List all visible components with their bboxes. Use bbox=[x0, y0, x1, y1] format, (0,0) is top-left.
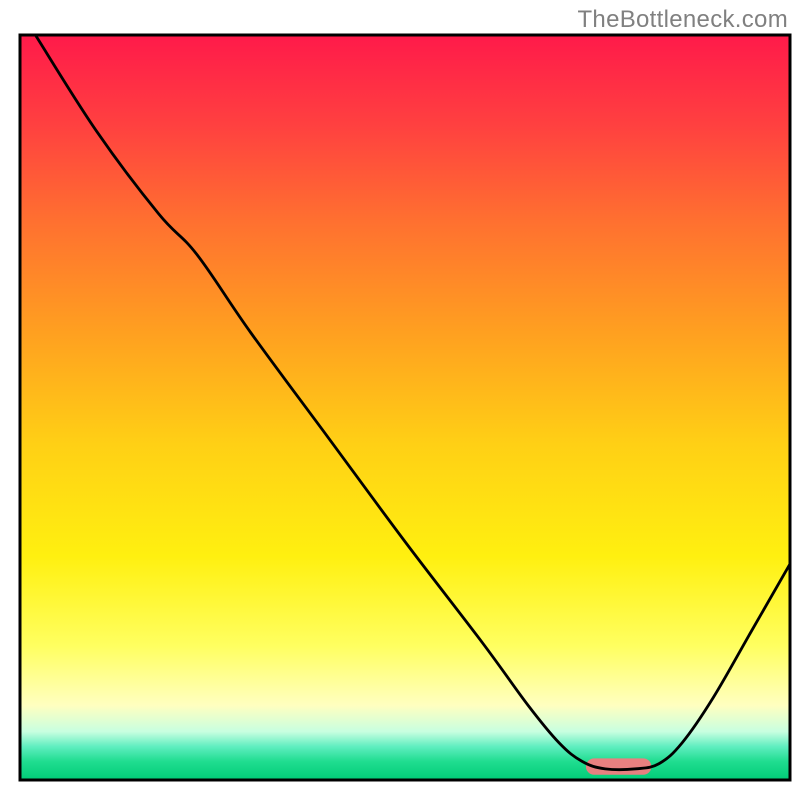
chart-container: TheBottleneck.com bbox=[0, 0, 800, 800]
gradient-background bbox=[20, 35, 790, 780]
watermark-text: TheBottleneck.com bbox=[577, 6, 788, 34]
bottleneck-chart bbox=[0, 0, 800, 800]
